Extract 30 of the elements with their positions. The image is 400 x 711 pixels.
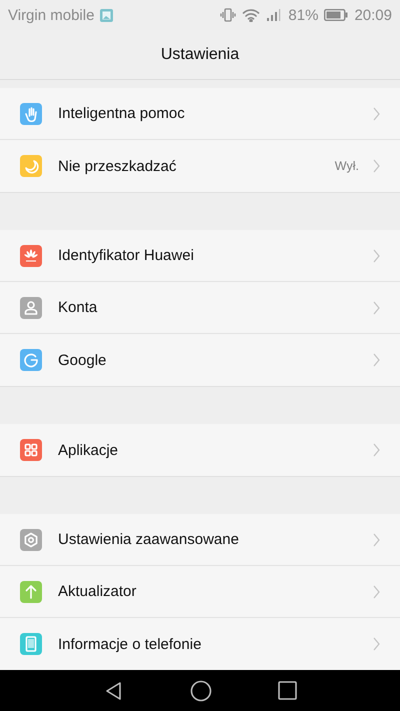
screen-title: Ustawienia [160, 46, 240, 64]
signal-icon [266, 8, 282, 22]
chevron-icon [373, 443, 380, 457]
wifi-icon [242, 8, 260, 22]
recent-apps-button[interactable] [278, 681, 296, 700]
image-notification-icon [100, 8, 114, 22]
settings-row[interactable]: Inteligentna pomoc [0, 88, 400, 140]
settings-row[interactable]: Aplikacje [0, 424, 400, 476]
settings-row[interactable]: Nie przeszkadzać Wył. [0, 140, 400, 192]
chevron-icon [373, 248, 380, 262]
chevron-icon [373, 637, 380, 651]
chevron-icon [373, 159, 380, 173]
chevron-icon [373, 584, 380, 598]
clock-time: 20:09 [354, 6, 392, 24]
battery-percent: 81% [288, 6, 318, 24]
settings-row[interactable]: Google [0, 334, 400, 386]
back-button[interactable] [104, 680, 124, 700]
settings-row[interactable]: Aktualizator [0, 566, 400, 618]
settings-row[interactable]: Informacje o telefonie [0, 618, 400, 670]
battery-icon [324, 9, 348, 21]
chevron-icon [373, 532, 380, 546]
home-button[interactable] [190, 680, 212, 702]
chevron-icon [373, 106, 380, 120]
settings-row[interactable]: Ustawienia zaawansowane [0, 514, 400, 566]
settings-row[interactable]: Identyfikator Huawei [0, 230, 400, 282]
carrier-name: Virgin mobile [8, 6, 94, 24]
chevron-icon [373, 353, 380, 367]
vibrate-icon [220, 7, 236, 23]
chevron-icon [373, 300, 380, 314]
settings-row[interactable]: Konta [0, 282, 400, 334]
